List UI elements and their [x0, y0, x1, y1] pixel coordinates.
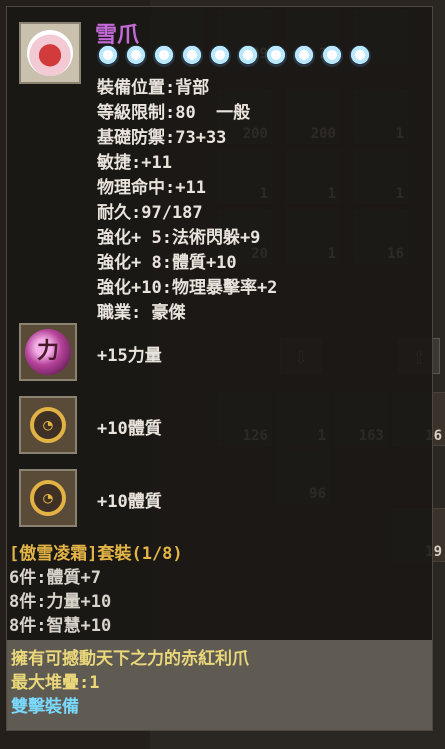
stat-durability: 耐久:97/187 — [97, 203, 203, 223]
set-bonus-line: 8件:智慧+10 — [9, 616, 112, 636]
set-bonus-line: 6件:體質+7 — [9, 568, 101, 588]
enhance-stars — [97, 45, 371, 67]
stat-physical-hit: 物理命中:+11 — [97, 178, 206, 198]
socket-slot: ◔ — [19, 469, 77, 527]
item-claw-icon — [19, 22, 81, 84]
double-click-hint: 雙擊裝備 — [11, 697, 79, 717]
strength-gem-icon: 力 — [25, 329, 71, 375]
star-icon — [125, 45, 147, 67]
stat-enhance-10: 強化+10:物理暴擊率+2 — [97, 278, 278, 298]
star-icon — [237, 45, 259, 67]
socket-bonus-text: +15力量 — [97, 346, 162, 366]
stat-equip-slot: 裝備位置:背部 — [97, 78, 210, 98]
star-icon — [265, 45, 287, 67]
socket-bonus-text: +10體質 — [97, 419, 162, 439]
description-box: 擁有可撼動天下之力的赤紅利爪 最大堆疊:1 雙擊裝備 — [7, 640, 432, 730]
stat-job: 職業: 豪傑 — [97, 303, 186, 323]
socket-bonus-text: +10體質 — [97, 492, 162, 512]
stat-enhance-5: 強化+ 5:法術閃躲+9 — [97, 228, 261, 248]
stat-level-requirement: 等級限制:80 一般 — [97, 103, 251, 123]
socket-slot: ◔ — [19, 396, 77, 454]
constitution-gem-icon: ◔ — [30, 407, 66, 443]
stat-enhance-8: 強化+ 8:體質+10 — [97, 253, 237, 273]
star-icon — [209, 45, 231, 67]
star-icon — [349, 45, 371, 67]
star-icon — [321, 45, 343, 67]
stat-agility: 敏捷:+11 — [97, 153, 172, 173]
set-bonus-line: 8件:力量+10 — [9, 592, 112, 612]
star-icon — [97, 45, 119, 67]
star-icon — [293, 45, 315, 67]
star-icon — [181, 45, 203, 67]
set-title: [傲雪凌霜]套裝(1/8) — [9, 544, 183, 564]
description-text: 擁有可撼動天下之力的赤紅利爪 — [11, 649, 249, 669]
constitution-gem-icon: ◔ — [30, 480, 66, 516]
stat-base-defense: 基礎防禦:73+33 — [97, 128, 227, 148]
socket-slot: 力 — [19, 323, 77, 381]
star-icon — [153, 45, 175, 67]
item-tooltip: 雪爪 裝備位置:背部 等級限制:80 一般 基礎防禦:73+33 敏捷:+11 … — [6, 6, 433, 731]
max-stack-text: 最大堆疊:1 — [11, 673, 100, 693]
